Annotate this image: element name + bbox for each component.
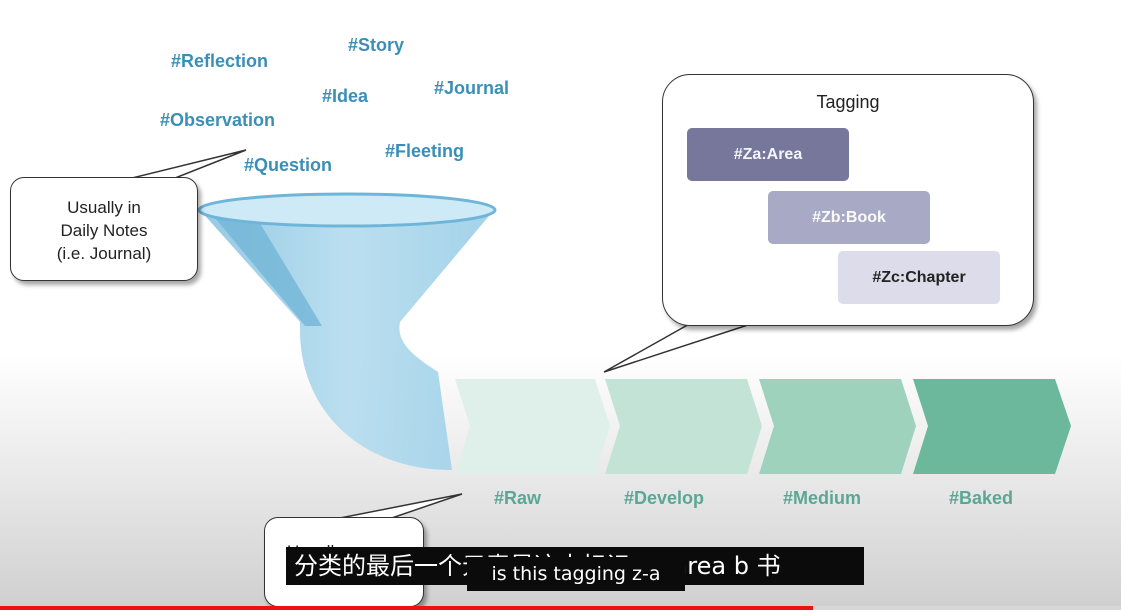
chevron-baked	[913, 379, 1071, 474]
stage-label-raw: #Raw	[494, 488, 542, 508]
callout-daily-line3: (i.e. Journal)	[56, 244, 152, 263]
stage-label-medium: #Medium	[783, 488, 862, 508]
chevron-raw	[455, 379, 610, 474]
stage-label-baked: #Baked	[949, 488, 1014, 508]
callout-tagging-pointer	[603, 317, 761, 373]
chevron-develop	[605, 379, 762, 474]
stage-label-develop: #Develop	[624, 488, 705, 508]
tagging-title: Tagging	[816, 92, 880, 112]
tag-zb-book: #Zb:Book	[768, 191, 930, 244]
funnel-rim	[197, 192, 497, 228]
tag-za-area: #Za:Area	[687, 128, 849, 181]
callout-daily-line1: Usually in	[67, 198, 141, 217]
callout-tagging: Tagging #Za:Area #Zb:Book #Zc:Chapter	[662, 74, 1034, 326]
subtitle-line-english: is this tagging z-a	[467, 557, 685, 591]
tag-zc-chapter: #Zc:Chapter	[838, 251, 1000, 304]
callout-daily-notes: Usually in Daily Notes (i.e. Journal)	[10, 177, 198, 281]
callout-daily-line2: Daily Notes	[60, 221, 148, 240]
video-progress-bar[interactable]	[0, 606, 1121, 610]
video-progress-fill	[0, 606, 813, 610]
chevron-medium	[759, 379, 916, 474]
